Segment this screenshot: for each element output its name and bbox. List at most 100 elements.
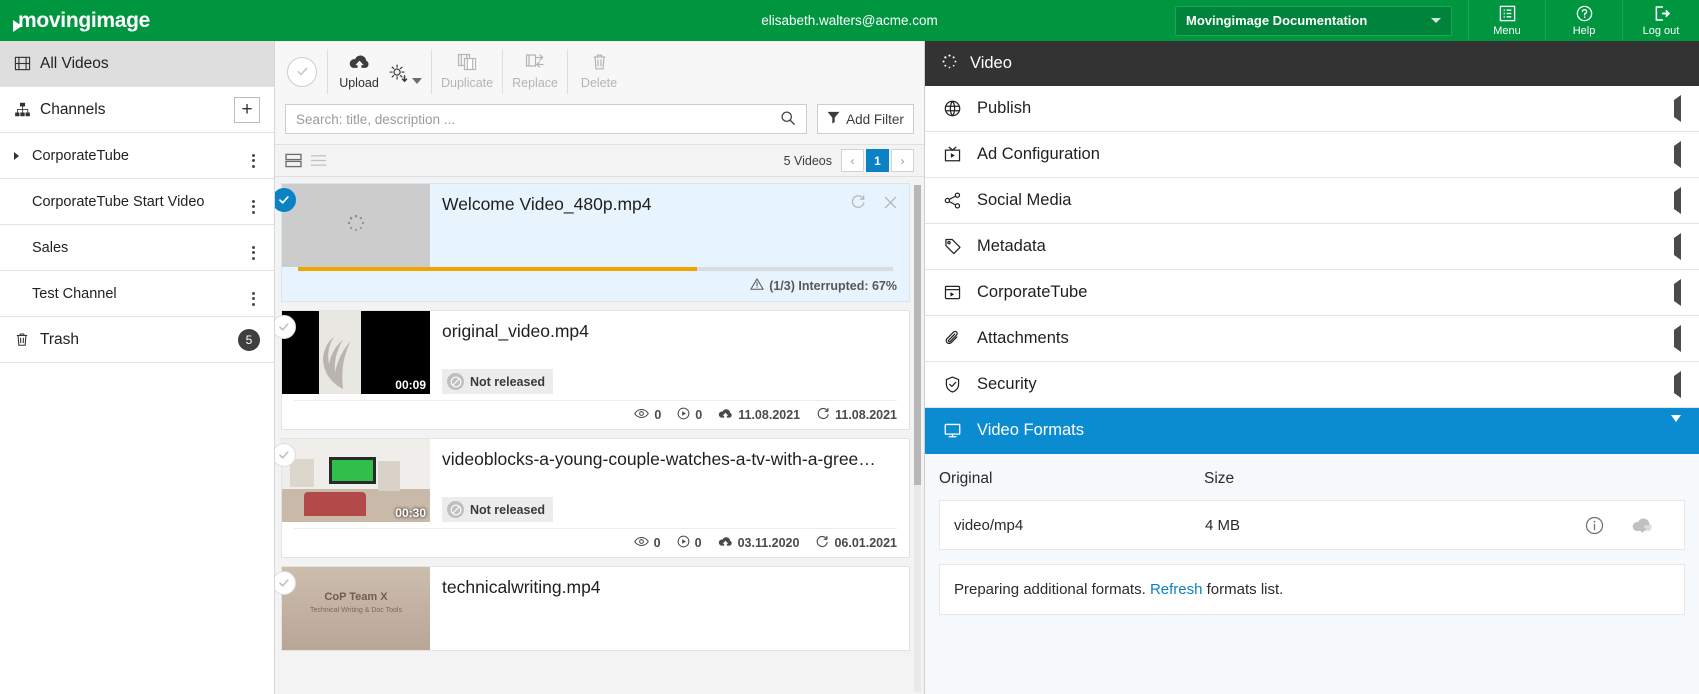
scrollbar-thumb[interactable] [914,185,921,485]
retry-upload-icon[interactable] [850,194,866,214]
video-title-row: Welcome Video_480p.mp4 [442,194,897,215]
video-list-item[interactable]: Welcome Video_480p.mp4 (1/3) Interrupted… [275,183,910,302]
upload-button[interactable]: Upload [337,53,381,90]
plays-meta: 0 [677,407,702,423]
refresh-formats-link[interactable]: Refresh [1150,581,1203,598]
upload-status-row: (1/3) Interrupted: 67% [282,271,909,301]
section-label: CorporateTube [977,283,1088,301]
delete-group: Delete [567,49,630,94]
channel-options-button[interactable] [246,144,260,168]
brand-logo-area: movingimage [0,0,280,41]
video-thumbnail[interactable]: 00:30 [282,439,430,522]
video-item-main: 00:09 original_video.mp4 Not released [282,311,909,394]
section-ad-configuration[interactable]: Ad Configuration [925,132,1699,178]
upload-progress [282,267,909,271]
video-list[interactable]: Welcome Video_480p.mp4 (1/3) Interrupted… [275,177,924,694]
section-publish[interactable]: Publish [925,86,1699,132]
download-icon[interactable] [1618,516,1666,535]
status-badge: Not released [442,497,554,522]
video-title[interactable]: videoblocks-a-young-couple-watches-a-tv-… [442,449,897,470]
page-1-button[interactable]: 1 [866,149,889,172]
section-label: Metadata [977,237,1046,255]
video-title[interactable]: original_video.mp4 [442,321,897,342]
sidebar-item-corporatetube-start-video[interactable]: CorporateTube Start Video [0,179,274,225]
chevron-down-icon [1671,414,1681,440]
sidebar-item-corporatetube[interactable]: CorporateTube [0,133,274,179]
video-list-item[interactable]: CoP Team X Technical Writing & Doc Tools… [275,566,910,651]
uploaded-meta: 11.08.2021 [718,408,800,423]
sitemap-icon [14,101,40,118]
channel-options-button[interactable] [246,282,260,306]
menu-list-icon [1498,4,1517,23]
replace-button[interactable]: Replace [512,52,558,90]
video-thumbnail[interactable]: CoP Team X Technical Writing & Doc Tools [282,567,430,650]
upload-settings-split[interactable] [387,62,422,90]
sidebar-item-trash[interactable]: Trash 5 [0,317,274,363]
select-all-toggle[interactable] [287,56,317,87]
updated-meta: 11.08.2021 [816,407,897,423]
sidebar: All Videos Channels + CorporateTube Corp… [0,41,275,694]
tenant-selector[interactable]: Movingimage Documentation [1175,5,1452,36]
sidebar-section-channels[interactable]: Channels + [0,87,274,133]
page-next-button[interactable]: › [891,149,914,172]
sidebar-item-all-videos[interactable]: All Videos [0,41,274,87]
sidebar-item-sales[interactable]: Sales [0,225,274,271]
cancel-upload-icon[interactable] [884,196,897,213]
menu-button-label: Menu [1493,25,1521,37]
duplicate-button-label: Duplicate [441,76,494,90]
channel-options-button[interactable] [246,190,260,214]
updated-meta: 06.01.2021 [815,535,897,551]
section-corporatetube[interactable]: CorporateTube [925,270,1699,316]
grid-view-toggle[interactable] [285,153,302,168]
eye-icon [634,408,650,422]
help-circle-icon [1575,4,1594,23]
chevron-down-icon [412,78,422,84]
sidebar-channel-label: Test Channel [32,285,117,302]
loading-spinner-icon [346,213,366,238]
video-list-scrollbar[interactable] [914,185,921,692]
chevron-left-icon [1674,278,1681,306]
video-list-pane: Upload Duplicate Replace Delete Search: … [275,41,925,694]
search-input[interactable]: Search: title, description ... [296,112,780,127]
video-title[interactable]: technicalwriting.mp4 [442,577,897,598]
monitor-icon [941,421,963,440]
section-metadata[interactable]: Metadata [925,224,1699,270]
search-icon[interactable] [780,110,796,129]
replace-icon [524,52,546,75]
video-list-item[interactable]: 00:30 videoblocks-a-young-couple-watches… [275,438,910,558]
video-item-actions [838,194,897,214]
logout-button[interactable]: Log out [1622,0,1699,41]
help-button[interactable]: Help [1545,0,1622,41]
video-thumbnail[interactable]: 00:09 [282,311,430,394]
chevron-right-icon[interactable] [14,151,32,160]
section-security[interactable]: Security [925,362,1699,408]
section-video-formats[interactable]: Video Formats [925,408,1699,454]
duplicate-button[interactable]: Duplicate [441,52,493,90]
upload-cloud-icon [348,53,371,75]
warning-triangle-icon [750,277,764,294]
section-label: Security [977,375,1037,393]
search-input-wrap[interactable]: Search: title, description ... [285,104,807,134]
menu-button[interactable]: Menu [1468,0,1545,41]
video-thumbnail[interactable] [282,184,430,267]
section-social-media[interactable]: Social Media [925,178,1699,224]
video-list-item[interactable]: 00:09 original_video.mp4 Not released 0 … [275,310,910,430]
video-formats-content: Original Size video/mp4 4 MB Preparing a… [925,454,1699,694]
views-meta: 0 [633,536,661,550]
add-filter-button[interactable]: Add Filter [817,104,914,134]
formats-table: video/mp4 4 MB [939,500,1685,550]
delete-button[interactable]: Delete [577,52,621,90]
video-duration: 00:30 [395,506,426,520]
add-channel-button[interactable]: + [234,96,260,123]
video-title[interactable]: Welcome Video_480p.mp4 [442,194,838,215]
duplicate-icon [456,52,478,75]
section-attachments[interactable]: Attachments [925,316,1699,362]
list-view-toggle[interactable] [310,153,327,168]
page-prev-button[interactable]: ‹ [841,149,864,172]
chevron-left-icon [1674,370,1681,398]
formats-note-after: formats list. [1202,581,1284,598]
channel-options-button[interactable] [246,236,260,260]
table-row[interactable]: video/mp4 4 MB [940,501,1684,549]
sidebar-item-test-channel[interactable]: Test Channel [0,271,274,317]
info-icon[interactable] [1570,515,1618,536]
